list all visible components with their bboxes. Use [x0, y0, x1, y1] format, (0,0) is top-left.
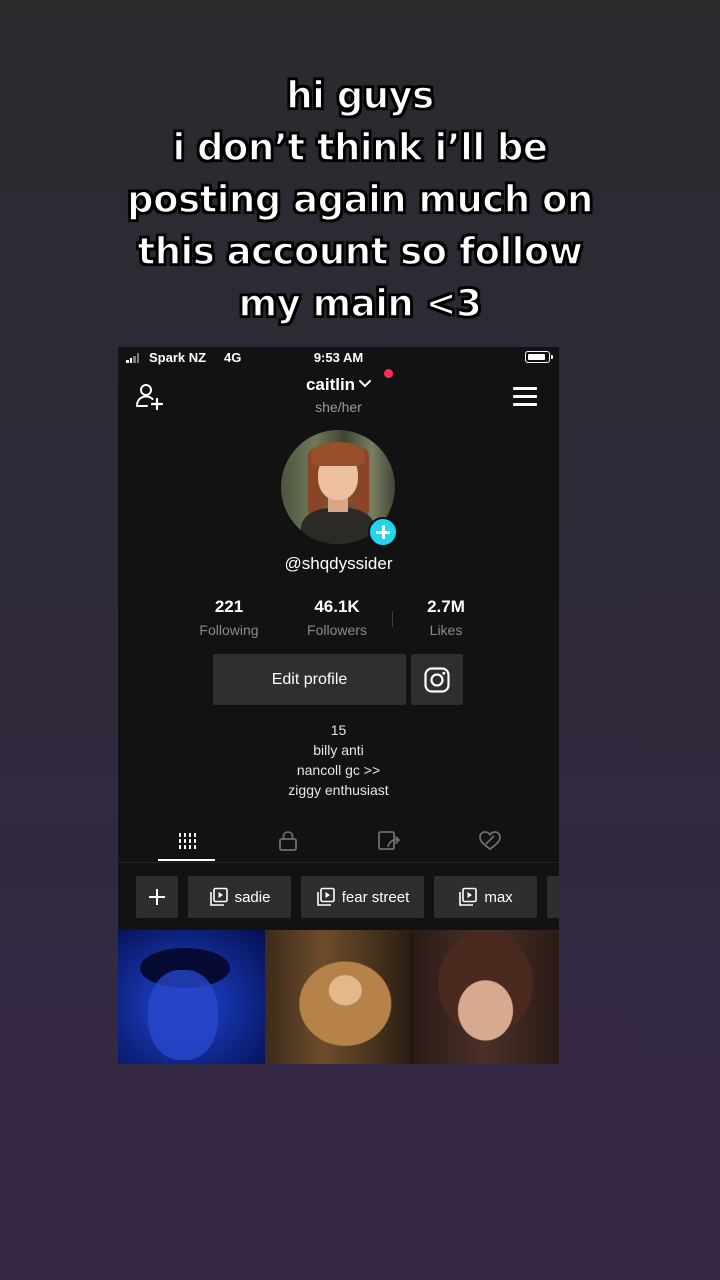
edit-profile-button[interactable]: Edit profile: [213, 654, 406, 705]
stat-label: Likes: [429, 622, 463, 638]
caption-line: this account so follow: [137, 229, 584, 274]
playlist-name: sadie: [234, 888, 271, 906]
playlist-name: max: [484, 888, 513, 906]
caption-line: i don’t think i’ll be: [172, 125, 549, 170]
instagram-icon: [424, 666, 450, 693]
stat-value: 46.1K: [314, 597, 360, 616]
stat-value: 2.7M: [427, 597, 465, 616]
playlist-icon: [209, 887, 228, 906]
playlist-name: fear street: [341, 888, 410, 906]
content-tabs: [118, 819, 559, 863]
add-photo-button[interactable]: [368, 517, 398, 547]
active-tab-indicator: [158, 859, 215, 861]
pronouns: she/her: [315, 399, 362, 415]
account-switcher[interactable]: caitlin: [118, 375, 559, 395]
stat-label: Followers: [307, 622, 367, 638]
profile-handle: @shqdyssider: [284, 554, 393, 573]
playlist-chip[interactable]: max: [434, 876, 537, 918]
caption-line: my main <3: [238, 281, 483, 326]
video-thumbnail[interactable]: [118, 930, 265, 1064]
playlist-row: sadie fear street max: [118, 876, 559, 918]
stat-likes[interactable]: 2.7M Likes: [391, 597, 501, 638]
video-thumbnail[interactable]: [412, 930, 559, 1064]
chevron-down-icon: [359, 380, 372, 388]
stat-followers[interactable]: 46.1K Followers: [282, 597, 392, 638]
caption-line: posting again much on: [126, 177, 594, 222]
bio: 15 billy anti nancoll gc >> ziggy enthus…: [118, 720, 559, 800]
tab-private[interactable]: [233, 819, 343, 863]
playlist-icon: [316, 887, 335, 906]
notification-dot: [384, 369, 393, 378]
playlist-icon: [459, 887, 478, 906]
add-playlist-button[interactable]: [136, 876, 178, 918]
caption-line: hi guys: [286, 73, 435, 118]
videos-grid-icon: [178, 833, 197, 849]
stat-value: 221: [214, 597, 244, 616]
stat-label: Following: [199, 622, 259, 638]
bio-line: 15: [330, 722, 347, 738]
repost-icon: [378, 831, 401, 850]
playlist-chip[interactable]: fear street: [301, 876, 424, 918]
instagram-button[interactable]: [411, 654, 463, 705]
liked-heart-icon: [479, 831, 501, 851]
stat-following[interactable]: 221 Following: [174, 597, 284, 638]
bio-line: ziggy enthusiast: [288, 782, 389, 798]
tab-reposts[interactable]: [334, 819, 444, 863]
clock: 9:53 AM: [313, 350, 364, 365]
profile-screenshot: Spark NZ 4G 9:53 AM caitlin she/her @shq…: [118, 347, 559, 1064]
battery-icon: [525, 351, 553, 363]
playlist-chip-overflow[interactable]: [547, 876, 559, 918]
playlist-chip[interactable]: sadie: [188, 876, 291, 918]
bio-line: nancoll gc >>: [296, 762, 381, 778]
menu-icon[interactable]: [513, 385, 539, 407]
username: caitlin: [305, 375, 356, 394]
profile-stats: 221 Following 46.1K Followers 2.7M Likes: [118, 597, 559, 641]
video-caption: hi guys i don’t think i’ll be posting ag…: [0, 70, 720, 330]
bio-line: billy anti: [313, 742, 364, 758]
tab-videos[interactable]: [132, 819, 242, 863]
tab-liked[interactable]: [435, 819, 545, 863]
plus-icon: [149, 889, 165, 905]
video-thumbnail[interactable]: [265, 930, 411, 1064]
lock-icon: [279, 831, 297, 851]
status-bar: Spark NZ 4G 9:53 AM: [118, 347, 559, 369]
